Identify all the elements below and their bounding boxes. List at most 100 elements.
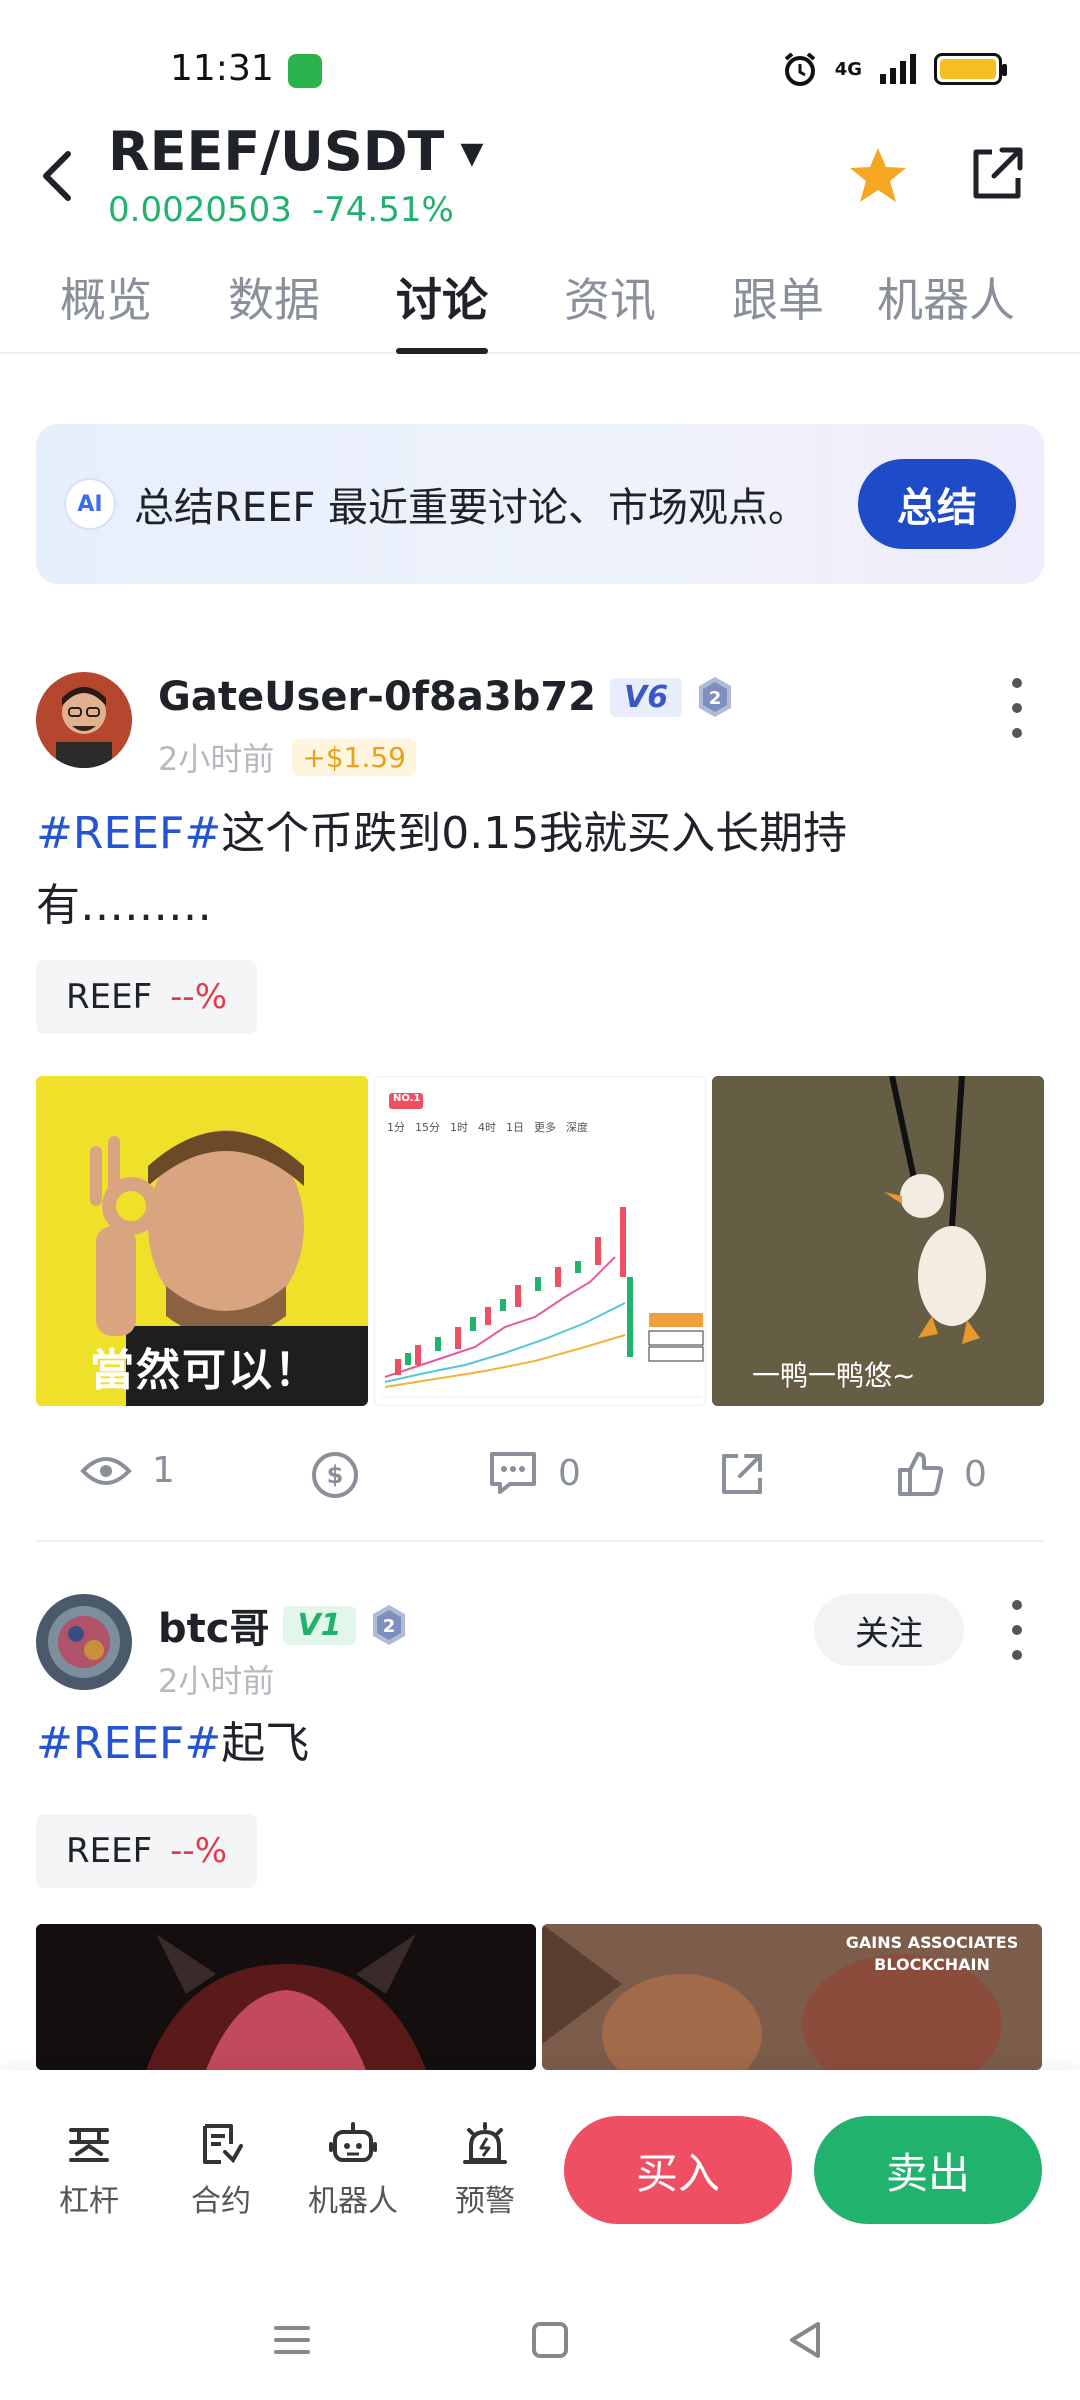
app-notification-icon xyxy=(288,54,322,88)
sell-button[interactable]: 卖出 xyxy=(814,2116,1042,2224)
last-price: 0.0020503 xyxy=(108,190,292,230)
vip-badge: V6 xyxy=(610,677,683,717)
buy-button[interactable]: 买入 xyxy=(564,2116,792,2224)
ai-badge-icon: AI xyxy=(64,478,116,530)
hashtag[interactable]: #REEF# xyxy=(36,1718,221,1769)
caret-down-icon: ▼ xyxy=(460,136,484,171)
alert-icon xyxy=(463,2122,507,2164)
alert-label: 预警 xyxy=(455,2184,515,2219)
post-content[interactable]: #REEF#起飞 xyxy=(36,1708,309,1780)
ai-summary-text: 总结REEF 最近重要讨论、市场观点。 xyxy=(134,485,809,531)
follow-button[interactable]: 关注 xyxy=(814,1594,964,1666)
vip-badge: V1 xyxy=(283,1605,356,1645)
leverage-button[interactable]: 杠杆 xyxy=(34,2120,144,2220)
tab-discussion[interactable]: 讨论 xyxy=(358,258,526,352)
post-image[interactable]: 一鸭一鸭悠~ xyxy=(712,1076,1044,1406)
username: btc哥 xyxy=(158,1606,270,1652)
contract-label: 合约 xyxy=(191,2184,251,2219)
image-caption: 當然可以！ xyxy=(90,1345,320,1396)
level-badge-icon: 2 xyxy=(696,675,734,719)
avatar[interactable] xyxy=(36,1594,132,1690)
comment-icon xyxy=(490,1452,536,1494)
share-action[interactable] xyxy=(718,1450,766,1498)
post-content[interactable]: #REEF#这个币跌到0.15我就买入长期持 有……… xyxy=(36,798,847,942)
post-text-line: 有……… xyxy=(36,880,212,931)
status-bar: 11:31 4G xyxy=(0,0,1080,140)
alert-button[interactable]: 预警 xyxy=(430,2120,540,2220)
post-meta: 2小时前 +$1.59 xyxy=(158,734,416,780)
hashtag[interactable]: #REEF# xyxy=(36,808,221,859)
home-icon[interactable] xyxy=(520,2310,580,2370)
post-text: 起飞 xyxy=(221,1718,310,1769)
post-image[interactable] xyxy=(36,1924,536,2070)
post-actions: 1 $ 0 0 xyxy=(36,1450,1044,1530)
views-action[interactable]: 1 xyxy=(80,1450,175,1491)
tab-bar: 概览 数据 讨论 资讯 跟单 机器人 xyxy=(0,258,1080,354)
view-count: 1 xyxy=(152,1450,175,1491)
level-number: 2 xyxy=(709,688,722,709)
comment-count: 0 xyxy=(558,1452,581,1494)
post-author[interactable]: btc哥 V1 2 xyxy=(158,1596,408,1654)
tip-coin-icon: $ xyxy=(312,1452,358,1498)
coin-chip[interactable]: REEF --% xyxy=(36,960,257,1034)
summarize-button[interactable]: 总结 xyxy=(858,459,1016,549)
favorite-star-icon[interactable] xyxy=(846,144,910,208)
post-images: GAINS ASSOCIATES BLOCKCHAIN xyxy=(36,1924,1042,2070)
more-options-icon[interactable] xyxy=(1010,678,1024,738)
post-divider xyxy=(36,1540,1044,1542)
pnl-badge: +$1.59 xyxy=(292,738,416,776)
status-icons: 4G xyxy=(781,50,1007,88)
post-author[interactable]: GateUser-0f8a3b72 V6 2 xyxy=(158,674,734,720)
level-badge-icon: 2 xyxy=(370,1603,408,1647)
like-action[interactable]: 0 xyxy=(896,1450,987,1498)
robot-icon xyxy=(329,2122,377,2162)
leverage-label: 杠杆 xyxy=(59,2184,119,2219)
menu-icon[interactable] xyxy=(262,2310,322,2370)
tab-robot[interactable]: 机器人 xyxy=(862,258,1030,352)
post-meta: 2小时前 xyxy=(158,1656,274,1702)
post-time: 2小时前 xyxy=(158,1662,275,1700)
avatar[interactable] xyxy=(36,672,132,768)
tip-action[interactable]: $ xyxy=(310,1450,360,1500)
back-icon[interactable] xyxy=(776,2310,836,2370)
share-icon[interactable] xyxy=(964,142,1028,206)
like-count: 0 xyxy=(964,1453,987,1495)
username: GateUser-0f8a3b72 xyxy=(158,674,597,720)
more-options-icon[interactable] xyxy=(1010,1600,1024,1660)
coin-symbol: REEF xyxy=(66,1831,153,1871)
chart-tabs: 1分 15分 1时 4时 1日 更多 深度 xyxy=(387,1121,588,1134)
share-icon xyxy=(722,1454,762,1494)
tab-copy-trading[interactable]: 跟单 xyxy=(694,258,862,352)
tab-news[interactable]: 资讯 xyxy=(526,258,694,352)
tab-overview[interactable]: 概览 xyxy=(22,258,190,352)
thumbs-up-icon xyxy=(898,1452,944,1496)
status-time: 11:31 xyxy=(170,48,274,89)
coin-symbol: REEF xyxy=(66,977,153,1017)
coin-chip[interactable]: REEF --% xyxy=(36,1814,257,1888)
robot-button[interactable]: 机器人 xyxy=(298,2120,408,2220)
post-image[interactable]: GAINS ASSOCIATES BLOCKCHAIN xyxy=(542,1924,1042,2070)
coin-change: --% xyxy=(170,1831,227,1871)
bottom-trade-bar: 杠杆 合约 机器人 预警 买入 卖出 xyxy=(0,2070,1080,2280)
contract-button[interactable]: 合约 xyxy=(166,2120,276,2220)
pair-header: REEF/USDT ▼ 0.0020503 -74.51% xyxy=(0,120,1080,240)
level-number: 2 xyxy=(382,1616,395,1637)
signal-icon xyxy=(880,54,916,84)
price-row: 0.0020503 -74.51% xyxy=(108,190,454,230)
pair-title: REEF/USDT xyxy=(108,120,445,183)
svg-text:$: $ xyxy=(327,1461,344,1489)
comment-action[interactable]: 0 xyxy=(488,1450,581,1496)
image-caption: 一鸭一鸭悠~ xyxy=(752,1359,916,1392)
back-arrow-icon[interactable] xyxy=(34,146,84,206)
price-change: -74.51% xyxy=(311,190,454,230)
alarm-icon xyxy=(784,52,815,86)
tab-data[interactable]: 数据 xyxy=(190,258,358,352)
coin-change: --% xyxy=(170,977,227,1017)
ai-summary-card: AI 总结REEF 最近重要讨论、市场观点。 总结 xyxy=(36,424,1044,584)
pair-selector[interactable]: REEF/USDT ▼ xyxy=(108,120,483,183)
post-image[interactable]: 當然可以！ xyxy=(36,1076,368,1406)
post-text-line: 这个币跌到0.15我就买入长期持 xyxy=(221,808,848,859)
leverage-icon xyxy=(69,2128,109,2162)
post-time: 2小时前 xyxy=(158,740,275,778)
post-image[interactable]: NO.1 1分 15分 1时 4时 1日 更多 深度 xyxy=(374,1076,706,1406)
